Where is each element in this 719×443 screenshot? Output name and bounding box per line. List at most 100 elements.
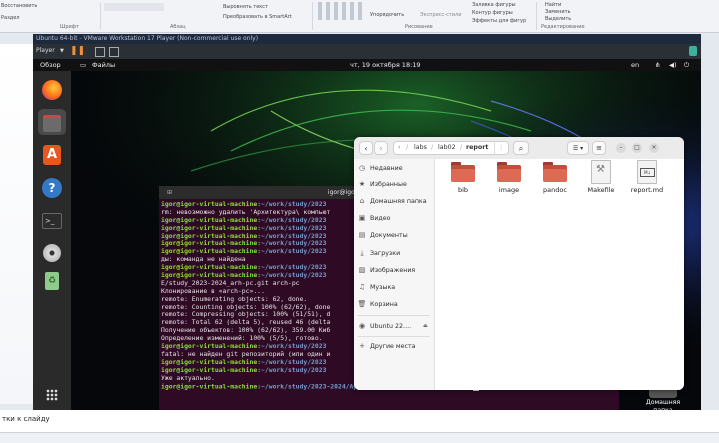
terminal-dock-icon[interactable]: >_ bbox=[38, 208, 66, 234]
file-item-report-md[interactable]: M↓ report.md bbox=[625, 160, 669, 194]
volume-icon[interactable]: ◀) bbox=[669, 59, 677, 71]
folder-icon bbox=[543, 162, 567, 182]
help-icon[interactable]: ? bbox=[38, 175, 66, 201]
activities-button[interactable]: Обзор bbox=[40, 59, 61, 71]
ribbon-separator bbox=[100, 2, 101, 30]
hamburger-menu-icon[interactable]: ≡ bbox=[592, 141, 606, 155]
sidebar-item-pictures[interactable]: ▨ Изображения bbox=[357, 263, 433, 278]
section-label[interactable]: Раздел bbox=[1, 15, 19, 21]
quick-styles-button[interactable]: Экспресс-стили bbox=[420, 12, 461, 18]
powerpoint-ribbon: Восстановить Раздел Шрифт Выровнять текс… bbox=[0, 0, 719, 33]
find-button[interactable]: Найти bbox=[545, 2, 561, 8]
path-menu-icon[interactable]: ⋮ bbox=[494, 142, 504, 154]
select-button[interactable]: Выделить bbox=[545, 16, 571, 22]
home-folder-desktop-label: Домашняя папка bbox=[645, 399, 681, 410]
fullscreen-icon[interactable] bbox=[109, 47, 119, 57]
clock[interactable]: чт, 19 октября 18:19 bbox=[350, 59, 421, 71]
file-item-makefile[interactable]: ⚒ Makefile bbox=[579, 160, 623, 194]
sidebar-item-music[interactable]: ♫ Музыка bbox=[357, 280, 433, 295]
sidebar-item-starred[interactable]: ★ Избранные bbox=[357, 177, 433, 192]
dvd-icon[interactable] bbox=[38, 241, 66, 267]
software-center-icon[interactable]: A bbox=[38, 142, 66, 168]
line-text: Получение объектов: 100% (62/62), 359.00… bbox=[161, 326, 331, 335]
replace-button[interactable]: Заменить bbox=[545, 9, 571, 15]
ribbon-separator bbox=[312, 2, 313, 30]
status-bar bbox=[0, 432, 719, 443]
shape-outline-button[interactable]: Контур фигуры bbox=[472, 10, 513, 16]
pathbar-left-icon[interactable]: ‹ bbox=[398, 142, 401, 154]
sidebar-item-videos[interactable]: ▣ Видео bbox=[357, 211, 433, 226]
shape-fill-button[interactable]: Заливка фигуры bbox=[472, 2, 516, 8]
sidebar-item-other-locations[interactable]: + Другие места bbox=[357, 339, 433, 354]
files-sidebar: ◷ Недавние ★ Избранные ⌂ Домашняя папка ▣ Ви… bbox=[354, 159, 435, 390]
back-button[interactable]: ‹ bbox=[359, 141, 373, 155]
maximize-icon[interactable]: □ bbox=[632, 143, 642, 153]
app-menu-icon[interactable]: ▭ bbox=[80, 59, 86, 71]
forward-button[interactable]: › bbox=[374, 141, 388, 155]
close-icon[interactable]: × bbox=[649, 143, 659, 153]
folder-item-bib[interactable]: bib bbox=[441, 162, 485, 194]
files-app-menu[interactable]: Файлы bbox=[92, 59, 115, 71]
line-text: ды: команда не найдена bbox=[161, 255, 246, 264]
restore-label[interactable]: Восстановить bbox=[1, 3, 37, 9]
path-segment-report[interactable]: report bbox=[466, 142, 488, 154]
sidebar-item-trash[interactable]: 🗑 Корзина bbox=[357, 297, 433, 312]
vmware-toolbar: Player ▼ ❚❚ bbox=[33, 44, 701, 59]
send-ctrl-alt-del-icon[interactable] bbox=[95, 47, 105, 57]
keyboard-layout[interactable]: en bbox=[631, 59, 639, 71]
sidebar-item-documents[interactable]: ▤ Документы bbox=[357, 228, 433, 243]
view-toggle-icon[interactable]: ☰ ▾ bbox=[567, 141, 589, 155]
disc-icon: ◉ bbox=[358, 322, 366, 330]
star-icon: ★ bbox=[358, 180, 366, 188]
files-content[interactable]: bib image pandoc ⚒ Makefile M↓ report.md bbox=[435, 159, 684, 390]
music-icon: ♫ bbox=[358, 283, 366, 291]
firefox-icon[interactable] bbox=[38, 77, 66, 103]
sidebar-item-downloads[interactable]: ⤓ Загрузки bbox=[357, 246, 433, 261]
paragraph-tools[interactable] bbox=[104, 3, 164, 11]
shape-effects-button[interactable]: Эффекты для фигур bbox=[472, 18, 526, 24]
vmware-window: Ubuntu 64-bit - VMware Workstation 17 Pl… bbox=[33, 34, 701, 410]
prompt-path: :~/work/study/2023 bbox=[257, 239, 327, 248]
minimize-icon[interactable]: – bbox=[616, 143, 626, 153]
group-font-label: Шрифт bbox=[60, 24, 79, 30]
align-text-button[interactable]: Выровнять текст bbox=[223, 4, 268, 10]
prompt-path: :~/work/study/2023 bbox=[257, 342, 327, 351]
player-menu[interactable]: Player bbox=[36, 47, 55, 54]
power-icon[interactable]: ⏻ bbox=[684, 59, 689, 71]
markdown-file-icon: M↓ bbox=[637, 160, 657, 184]
sidebar-item-ubuntu-disc[interactable]: ◉ Ubuntu 22.... ⏏ bbox=[357, 319, 433, 334]
notes-pane[interactable]: тки к слайду bbox=[0, 410, 719, 443]
player-dropdown-icon[interactable]: ▼ bbox=[60, 48, 64, 54]
pause-icon[interactable]: ❚❚ bbox=[70, 46, 85, 56]
prompt-user: igor@igor-virtual-machine bbox=[161, 200, 258, 208]
notes-placeholder: тки к слайду bbox=[2, 415, 50, 423]
path-segment-labs[interactable]: labs bbox=[414, 142, 427, 154]
sidebar-item-home[interactable]: ⌂ Домашняя папка bbox=[357, 194, 433, 209]
shapes-gallery[interactable] bbox=[318, 2, 364, 20]
line-text: rm: невозможно удалить 'Архитектура\ ком… bbox=[161, 207, 331, 216]
prompt-user: igor@igor-virtual-machine bbox=[161, 215, 258, 224]
prompt-path: :~/work/study/2023 bbox=[257, 231, 327, 240]
folder-item-image[interactable]: image bbox=[487, 162, 531, 194]
ubuntu-dock: A ? >_ ♻ bbox=[33, 71, 71, 410]
path-segment-lab02[interactable]: lab02 bbox=[438, 142, 456, 154]
vmware-status-icon[interactable] bbox=[689, 46, 697, 56]
clock-icon: ◷ bbox=[358, 164, 366, 172]
folder-item-pandoc[interactable]: pandoc bbox=[533, 162, 577, 194]
line-text: Клонирование в «arch-pc»... bbox=[161, 286, 265, 295]
eject-icon[interactable]: ⏏ bbox=[423, 319, 428, 334]
files-dock-icon[interactable] bbox=[38, 109, 66, 135]
smartart-button[interactable]: Преобразовать в SmartArt bbox=[223, 14, 292, 20]
network-icon[interactable]: ⋔ bbox=[655, 59, 660, 71]
pathbar[interactable]: ‹ / labs / lab02 / report ⋮ bbox=[393, 141, 509, 155]
show-apps-icon[interactable] bbox=[38, 383, 66, 409]
search-icon[interactable]: ⌕ bbox=[513, 141, 529, 155]
trash-dock-icon[interactable]: ♻ bbox=[38, 269, 66, 295]
arrange-button[interactable]: Упорядочить bbox=[370, 12, 404, 18]
files-window: ‹ › ‹ / labs / lab02 / report ⋮ ⌕ ☰ ▾ ≡ … bbox=[354, 137, 684, 390]
prompt-user: igor@igor-virtual-machine bbox=[161, 271, 258, 280]
video-icon: ▣ bbox=[358, 214, 366, 222]
sidebar-item-recent[interactable]: ◷ Недавние bbox=[357, 161, 433, 176]
sidebar-separator bbox=[358, 315, 430, 316]
slide-thumbnail-strip[interactable] bbox=[0, 44, 33, 404]
